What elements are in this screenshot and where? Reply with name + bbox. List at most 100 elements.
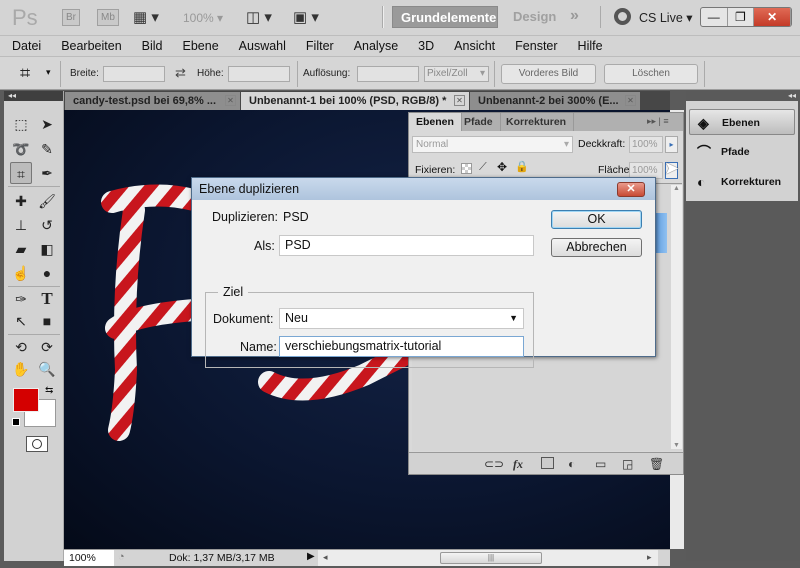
dock-pfade[interactable]: ⌒ Pfade	[689, 139, 795, 165]
width-input[interactable]	[103, 66, 165, 82]
quick-selection-tool-icon[interactable]: ✎	[36, 138, 58, 160]
restore-button[interactable]: ❐	[728, 8, 755, 26]
tab-unbenannt-1[interactable]: Unbenannt-1 bei 100% (PSD, RGB/8) * ✕	[241, 92, 469, 110]
brush-tool-icon[interactable]: 🖌	[36, 190, 58, 212]
lock-pixels-icon[interactable]: ⟋	[479, 161, 487, 174]
marquee-tool-icon[interactable]: ⬚	[10, 113, 32, 135]
new-group-icon[interactable]: ▭	[595, 457, 606, 471]
default-colors-icon[interactable]	[12, 418, 20, 426]
smudge-tool-icon[interactable]: ☝	[10, 262, 32, 284]
menu-fenster[interactable]: Fenster	[503, 36, 565, 56]
status-menu-arrow-icon[interactable]: ▶	[307, 551, 315, 562]
ok-button[interactable]: OK	[551, 210, 642, 229]
eraser-tool-icon[interactable]: ▰	[10, 238, 32, 260]
move-tool-icon[interactable]: ➤	[36, 113, 58, 135]
lock-transparency-icon[interactable]	[461, 163, 472, 174]
screen-mode-icon[interactable]: ▣ ▾	[293, 8, 319, 26]
hand-tool-icon[interactable]: ✋	[10, 358, 32, 380]
scroll-right-icon[interactable]: ▸	[647, 552, 652, 563]
close-tab-icon[interactable]: ✕	[225, 95, 236, 106]
resolution-unit-select[interactable]: Pixel/Zoll ▾	[424, 66, 489, 82]
tab-korrekturen[interactable]: Korrekturen	[499, 113, 575, 131]
horizontal-scrollbar[interactable]: ◂ ||| ▸	[318, 550, 658, 566]
lock-position-icon[interactable]: ✥	[497, 160, 507, 174]
zoom-tool-icon[interactable]: 🔍	[36, 358, 58, 380]
tab-ebenen[interactable]: Ebenen	[409, 113, 462, 131]
opacity-input[interactable]: 100%	[629, 136, 663, 153]
bridge-button[interactable]: Br	[62, 9, 80, 26]
height-input[interactable]	[228, 66, 290, 82]
menu-bearbeiten[interactable]: Bearbeiten	[49, 36, 129, 56]
new-layer-icon[interactable]: ◲	[622, 457, 633, 471]
add-mask-icon[interactable]	[541, 457, 554, 469]
close-button[interactable]: ✕	[754, 8, 791, 26]
clone-stamp-tool-icon[interactable]: ⊥	[10, 214, 32, 236]
zoom-level-dropdown[interactable]: 100% ▾	[183, 11, 223, 25]
tab-unbenannt-2[interactable]: Unbenannt-2 bei 300% (E... ✕	[470, 92, 640, 110]
opacity-slider-button[interactable]: ▸	[665, 136, 678, 153]
minimize-button[interactable]: —	[701, 8, 728, 26]
scroll-left-icon[interactable]: ◂	[323, 552, 328, 563]
status-info-icon[interactable]: ◔	[118, 551, 125, 563]
type-tool-icon[interactable]: T	[36, 288, 58, 310]
3d-rotate-tool-icon[interactable]: ⟲	[10, 336, 32, 358]
layer-style-fx-icon[interactable]: fx	[513, 457, 523, 472]
view-extras-icon[interactable]: ▦ ▾	[133, 8, 159, 26]
3d-orbit-tool-icon[interactable]: ⟳	[36, 336, 58, 358]
name-input[interactable]: verschiebungsmatrix-tutorial	[279, 336, 524, 357]
healing-brush-tool-icon[interactable]: ✚	[10, 190, 32, 212]
scroll-up-icon[interactable]: ▲	[673, 185, 680, 192]
quick-mask-button[interactable]	[26, 436, 48, 452]
menu-bild[interactable]: Bild	[130, 36, 171, 56]
gradient-tool-icon[interactable]: ◧	[36, 238, 58, 260]
dialog-close-button[interactable]: ✕	[617, 182, 645, 197]
close-tab-icon[interactable]: ✕	[454, 95, 465, 106]
document-select[interactable]: Neu ▼	[279, 308, 524, 329]
menu-analyse[interactable]: Analyse	[342, 36, 406, 56]
menu-datei[interactable]: Datei	[0, 36, 49, 56]
front-image-button[interactable]: Vorderes Bild	[501, 64, 596, 84]
resolution-input[interactable]	[357, 66, 419, 82]
as-input[interactable]: PSD	[279, 235, 534, 256]
tool-preset-dropdown-icon[interactable]: ▾	[46, 67, 51, 78]
menu-hilfe[interactable]: Hilfe	[566, 36, 611, 56]
cancel-button[interactable]: Abbrechen	[551, 238, 642, 257]
tab-candy-test[interactable]: candy-test.psd bei 69,8% ... ✕	[65, 92, 240, 110]
foreground-color-swatch[interactable]	[13, 388, 39, 412]
scroll-thumb[interactable]: |||	[440, 552, 542, 564]
eyedropper-tool-icon[interactable]: ✒	[36, 162, 58, 184]
crop-tool-preset-icon[interactable]: ⌗	[20, 63, 30, 84]
workspace-design[interactable]: Design	[505, 6, 564, 28]
path-selection-tool-icon[interactable]: ↖	[10, 310, 32, 332]
layers-scrollbar[interactable]: ▲ ▼	[671, 185, 682, 449]
zoom-level-field[interactable]: 100%	[64, 550, 114, 566]
adjustment-layer-icon[interactable]: ◐	[568, 457, 575, 471]
menu-auswahl[interactable]: Auswahl	[227, 36, 294, 56]
menu-3d[interactable]: 3D	[406, 36, 442, 56]
dock-ebenen[interactable]: ◈ Ebenen	[689, 109, 795, 135]
scroll-down-icon[interactable]: ▼	[673, 442, 680, 449]
clear-button[interactable]: Löschen	[604, 64, 698, 84]
panel-menu-icon[interactable]: ▸▸ | ≡	[647, 116, 669, 127]
lock-all-icon[interactable]: 🔒	[515, 160, 529, 173]
collapse-tools-icon[interactable]: ◂◂	[4, 91, 63, 101]
crop-tool-icon[interactable]: ⌗	[10, 162, 32, 184]
blend-mode-select[interactable]: Normal ▾	[412, 136, 573, 153]
workspace-grundelemente[interactable]: Grundelemente	[392, 6, 498, 28]
close-tab-icon[interactable]: ✕	[625, 95, 636, 106]
menu-ansicht[interactable]: Ansicht	[442, 36, 503, 56]
cs-live-menu[interactable]: CS Live ▾	[639, 10, 693, 25]
history-brush-tool-icon[interactable]: ↺	[36, 214, 58, 236]
collapse-dock-icon[interactable]: ◂◂	[686, 91, 800, 101]
dodge-tool-icon[interactable]: ●	[36, 262, 58, 284]
more-workspaces-icon[interactable]: »	[570, 7, 579, 25]
link-layers-icon[interactable]: ⊂⊃	[484, 457, 504, 471]
swap-colors-icon[interactable]: ⇆	[45, 385, 53, 396]
menu-ebene[interactable]: Ebene	[171, 36, 227, 56]
menu-filter[interactable]: Filter	[294, 36, 342, 56]
dock-korrekturen[interactable]: ◐ Korrekturen	[689, 169, 795, 195]
pen-tool-icon[interactable]: ✑	[10, 288, 32, 310]
delete-layer-icon[interactable]: 🗑	[649, 457, 664, 471]
minibridge-button[interactable]: Mb	[97, 9, 119, 26]
rectangle-tool-icon[interactable]: ■	[36, 310, 58, 332]
